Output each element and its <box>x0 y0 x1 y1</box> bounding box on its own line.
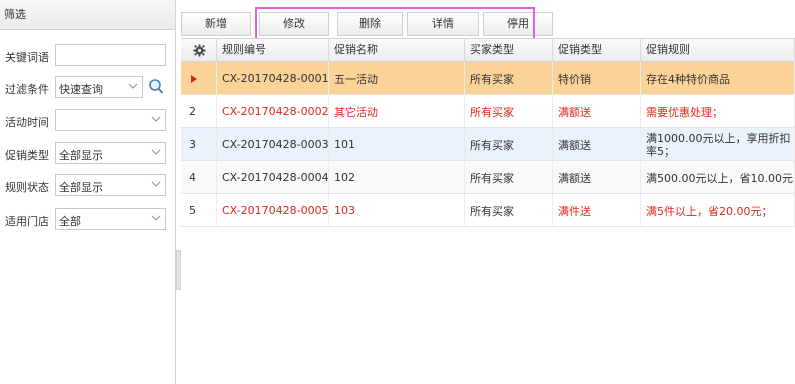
disable-button[interactable]: 停用 <box>483 12 553 36</box>
promo-rule-cell: 需要优惠处理； <box>641 95 795 128</box>
promo-type-label: 促销类型 <box>5 149 49 162</box>
search-icon[interactable] <box>148 78 164 96</box>
chevron-down-icon <box>151 116 161 122</box>
promo-rule-cell: 满500.00元以上，省10.00元； <box>641 161 795 194</box>
table-row[interactable]: 3 CX-20170428-0003 101 所有买家 满额送 满1000.00… <box>181 128 795 161</box>
store-label: 适用门店 <box>5 215 49 228</box>
chevron-down-icon <box>151 215 161 221</box>
gear-icon[interactable] <box>193 44 206 57</box>
filter-row-condition: 过滤条件 快速查询 <box>0 76 176 100</box>
filter-row-keyword: 关键词语 <box>0 44 176 68</box>
buyer-type-cell: 所有买家 <box>465 95 553 128</box>
edit-button[interactable]: 修改 <box>259 12 329 36</box>
table-row[interactable]: 2 CX-20170428-0002 其它活动 所有买家 满额送 需要优惠处理； <box>181 95 795 128</box>
row-pointer-icon <box>191 74 197 83</box>
filter-panel-title: 筛选 <box>0 0 175 30</box>
rule-status-select[interactable]: 全部显示 <box>55 174 166 196</box>
table-row[interactable]: 4 CX-20170428-0004 102 所有买家 满额送 满500.00元… <box>181 161 795 194</box>
condition-label: 过滤条件 <box>5 83 49 96</box>
promo-type-cell: 特价销 <box>553 62 641 95</box>
row-index-cell: 4 <box>181 161 217 194</box>
main-area: 新增 修改 删除 详情 停用 规则编号 促销名称 买家类型 促销类型 促销规则 … <box>181 0 795 384</box>
column-header-promo-name[interactable]: 促销名称 <box>329 39 465 62</box>
filter-row-rule-status: 规则状态 全部显示 <box>0 174 176 198</box>
promo-name-cell: 五一活动 <box>329 62 465 95</box>
buyer-type-cell: 所有买家 <box>465 62 553 95</box>
chevron-down-icon <box>128 83 138 89</box>
promo-type-cell: 满额送 <box>553 128 641 161</box>
filter-panel: 筛选 关键词语 过滤条件 快速查询 活动时间 促销类型 全部显示 规则状态 全部… <box>0 0 176 384</box>
promo-type-select[interactable]: 全部显示 <box>55 142 166 164</box>
promo-rule-cell: 满1000.00元以上，享用折扣率5； <box>641 128 795 161</box>
promo-rule-cell: 满5件以上，省20.00元； <box>641 194 795 227</box>
rule-id-cell: CX-20170428-0001 <box>217 62 329 95</box>
chevron-down-icon <box>151 181 161 187</box>
row-pointer-cell <box>181 62 217 95</box>
keyword-label: 关键词语 <box>5 51 49 64</box>
promo-name-cell: 101 <box>329 128 465 161</box>
condition-value: 快速查询 <box>59 83 103 96</box>
time-select[interactable] <box>55 109 166 131</box>
rules-table: 规则编号 促销名称 买家类型 促销类型 促销规则 CX-20170428-000… <box>181 38 795 227</box>
promo-type-value: 全部显示 <box>59 149 103 162</box>
buyer-type-cell: 所有买家 <box>465 194 553 227</box>
promo-name-cell: 102 <box>329 161 465 194</box>
promo-name-cell: 其它活动 <box>329 95 465 128</box>
filter-row-promo-type: 促销类型 全部显示 <box>0 142 176 166</box>
table-header: 规则编号 促销名称 买家类型 促销类型 促销规则 <box>181 39 795 62</box>
column-header-promo-rule[interactable]: 促销规则 <box>641 39 795 62</box>
table-row[interactable]: CX-20170428-0001 五一活动 所有买家 特价销 存在4种特价商品 <box>181 62 795 95</box>
toolbar: 新增 修改 删除 详情 停用 <box>181 0 795 42</box>
buyer-type-cell: 所有买家 <box>465 128 553 161</box>
table-row[interactable]: 5 CX-20170428-0005 103 所有买家 满件送 满5件以上，省2… <box>181 194 795 227</box>
chevron-down-icon <box>151 149 161 155</box>
promo-type-cell: 满额送 <box>553 161 641 194</box>
delete-button[interactable]: 删除 <box>337 12 403 36</box>
column-header-promo-type[interactable]: 促销类型 <box>553 39 641 62</box>
rule-status-value: 全部显示 <box>59 181 103 194</box>
promo-type-cell: 满额送 <box>553 95 641 128</box>
column-header-buyer-type[interactable]: 买家类型 <box>465 39 553 62</box>
store-select[interactable]: 全部 <box>55 208 166 230</box>
condition-select[interactable]: 快速查询 <box>55 76 143 98</box>
store-value: 全部 <box>59 215 81 228</box>
time-label: 活动时间 <box>5 116 49 129</box>
row-index-cell: 5 <box>181 194 217 227</box>
promo-type-cell: 满件送 <box>553 194 641 227</box>
row-index-cell: 3 <box>181 128 217 161</box>
add-button[interactable]: 新增 <box>181 12 251 36</box>
filter-row-store: 适用门店 全部 <box>0 208 176 232</box>
buyer-type-cell: 所有买家 <box>465 161 553 194</box>
settings-column-header[interactable] <box>181 39 217 62</box>
rule-id-cell: CX-20170428-0003 <box>217 128 329 161</box>
promo-rule-cell: 存在4种特价商品 <box>641 62 795 95</box>
promo-name-cell: 103 <box>329 194 465 227</box>
detail-button[interactable]: 详情 <box>407 12 479 36</box>
rule-id-cell: CX-20170428-0002 <box>217 95 329 128</box>
rule-id-cell: CX-20170428-0004 <box>217 161 329 194</box>
keyword-input[interactable] <box>55 44 166 66</box>
rule-status-label: 规则状态 <box>5 181 49 194</box>
rule-id-cell: CX-20170428-0005 <box>217 194 329 227</box>
row-index-cell: 2 <box>181 95 217 128</box>
column-header-rule-id[interactable]: 规则编号 <box>217 39 329 62</box>
filter-row-time: 活动时间 <box>0 109 176 133</box>
